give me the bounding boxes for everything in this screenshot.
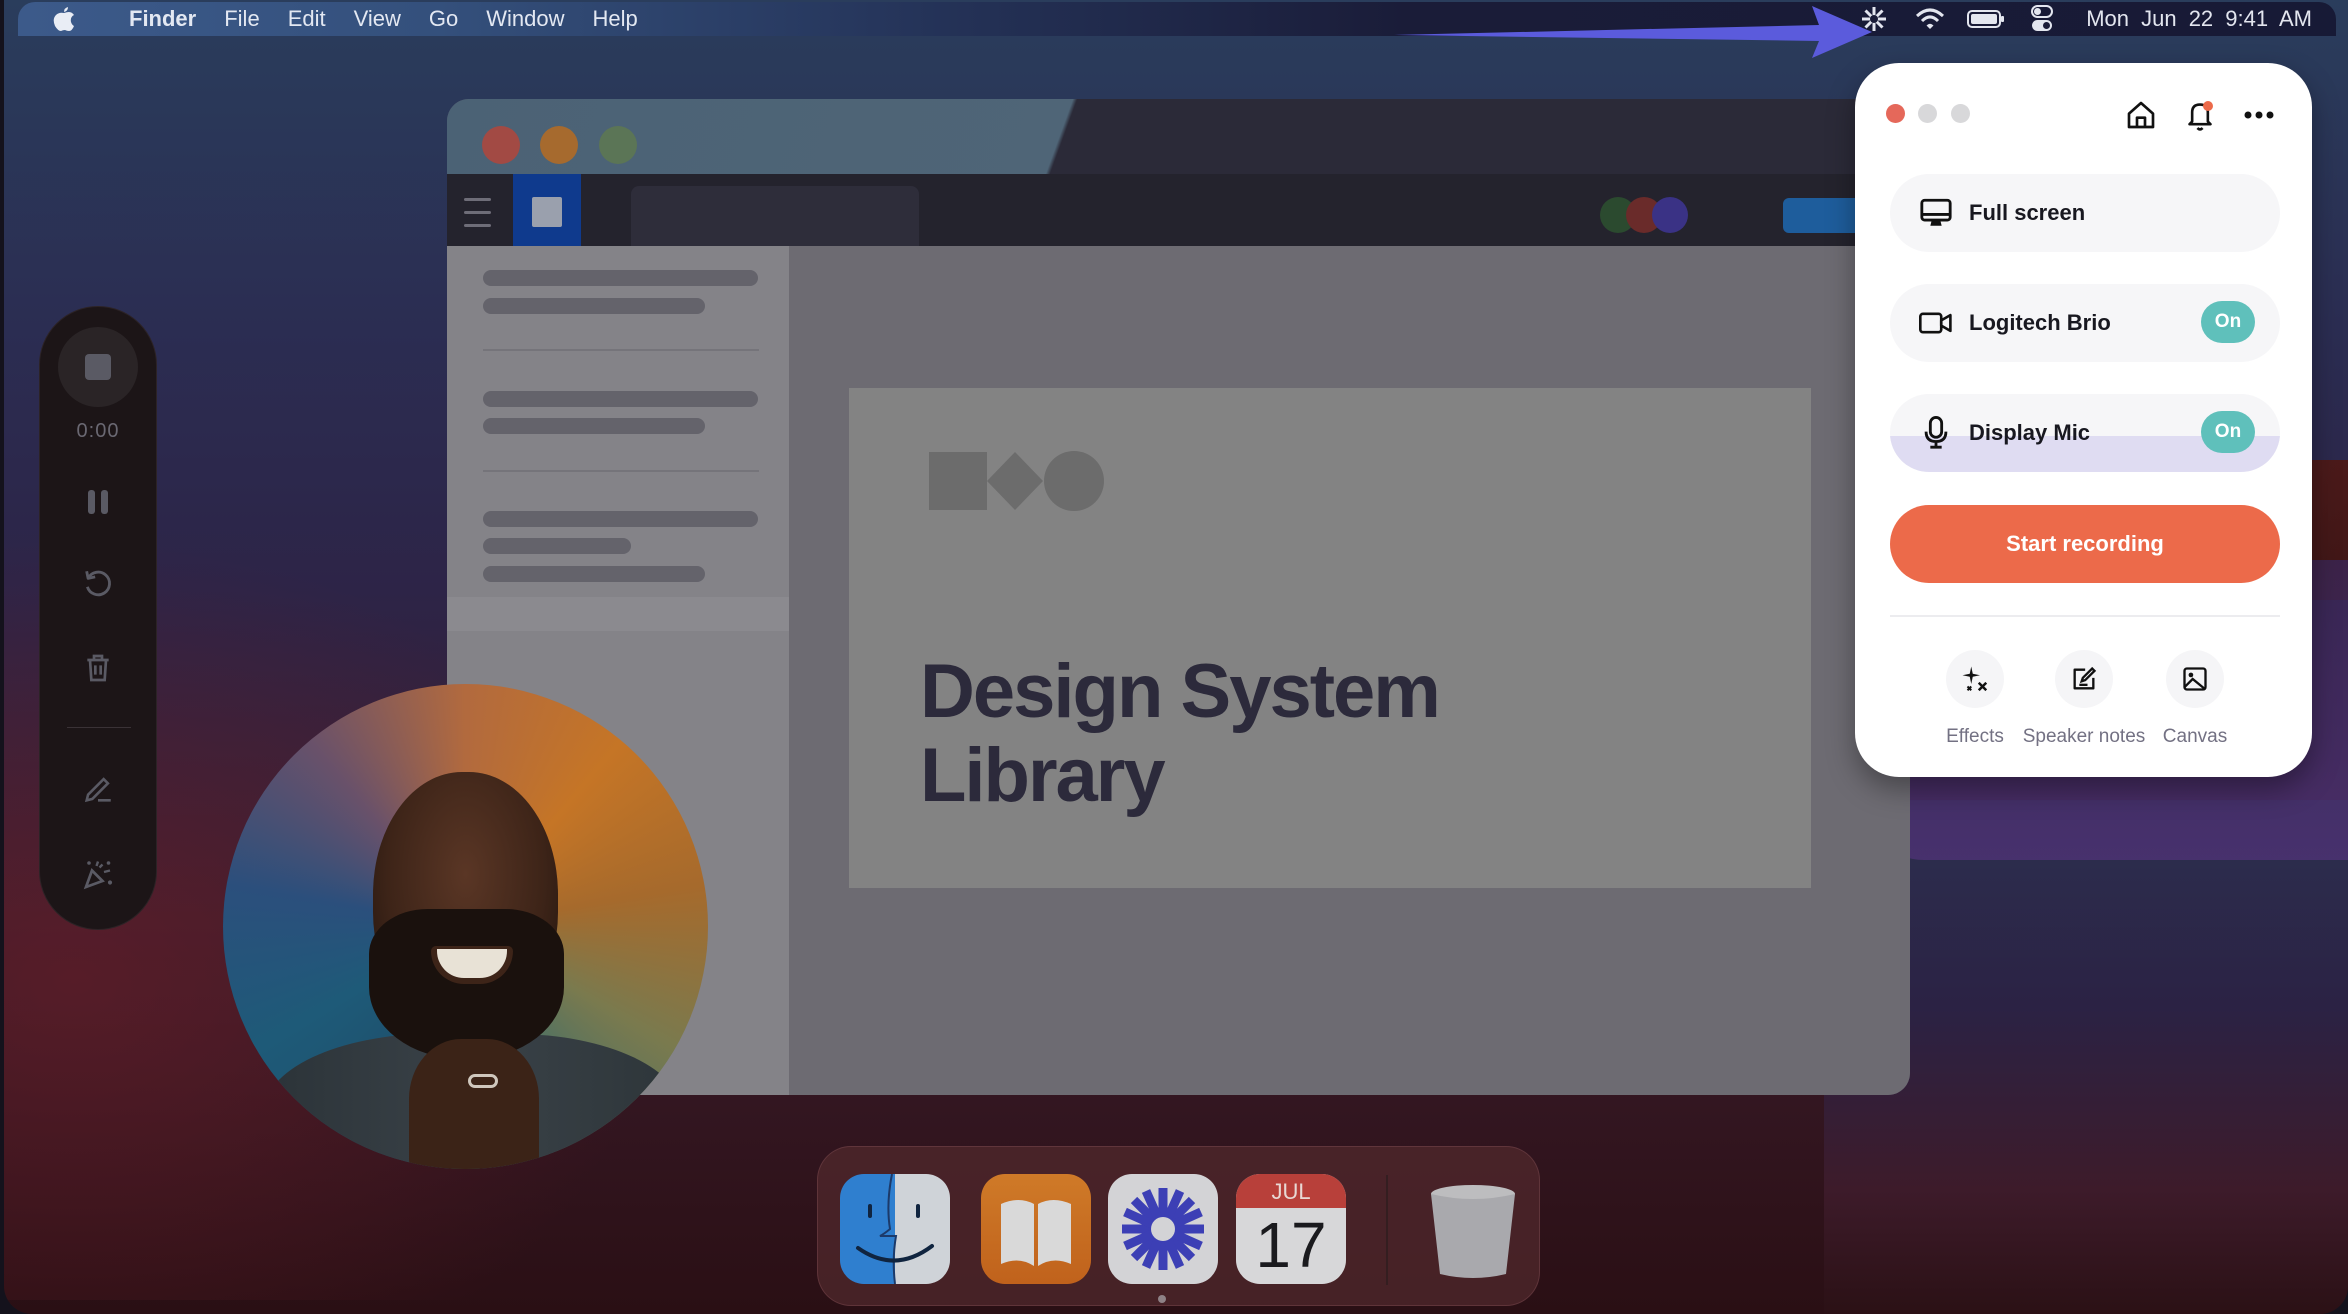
control-center-icon[interactable]: [2020, 2, 2064, 36]
home-button[interactable]: [2121, 95, 2161, 135]
finder-icon: [856, 1174, 934, 1284]
restart-button[interactable]: [40, 567, 156, 601]
home-icon: [2127, 101, 2155, 129]
menu-go[interactable]: Go: [429, 6, 458, 32]
recording-control-bar: 0:00: [39, 306, 157, 930]
more-icon: [2244, 111, 2274, 119]
camera-option[interactable]: Logitech Brio On: [1890, 284, 2280, 362]
zoom-window-button[interactable]: [599, 126, 637, 164]
image-icon: [2183, 667, 2207, 691]
annotation-arrow-icon: [1394, 6, 1872, 58]
window-titlebar: [447, 99, 1910, 174]
menu-app-name[interactable]: Finder: [129, 6, 196, 32]
file-name-field[interactable]: [631, 186, 919, 246]
dock-app-trash[interactable]: [1418, 1174, 1528, 1284]
slide-frame[interactable]: Design System Library: [849, 388, 1811, 888]
delete-recording-button[interactable]: [40, 652, 156, 684]
status-area: Mon Jun 22 9:41 AM: [1840, 2, 2312, 36]
microphone-toggle[interactable]: On: [2201, 411, 2255, 453]
calendar-day: 17: [1255, 1209, 1327, 1281]
calendar-month: JUL: [1236, 1174, 1346, 1208]
draw-button[interactable]: [40, 772, 156, 806]
canvas-button[interactable]: Canvas: [2125, 650, 2265, 748]
app-toolbar: [447, 174, 1910, 246]
frame-tool-button[interactable]: [513, 174, 581, 246]
stop-icon: [85, 354, 111, 380]
menu-bar-clock[interactable]: Mon Jun 22 9:41 AM: [2086, 6, 2312, 32]
menu-edit[interactable]: Edit: [288, 6, 326, 32]
full-screen-option[interactable]: Full screen: [1890, 174, 2280, 252]
running-indicator: [1158, 1295, 1166, 1303]
recorder-panel: Full screen Logitech Brio On Display Mic…: [1855, 63, 2312, 777]
confetti-icon: [83, 861, 113, 890]
dock-app-loom[interactable]: [1108, 1174, 1218, 1284]
panel-zoom-button[interactable]: [1951, 104, 1970, 123]
loom-icon: [1122, 1188, 1204, 1270]
microphone-label: Display Mic: [1969, 420, 2091, 445]
menu-bar: Finder File Edit View Go Window Help Mon…: [18, 2, 2336, 36]
pause-button[interactable]: [40, 487, 156, 517]
menu-window[interactable]: Window: [486, 6, 564, 32]
pencil-icon: [84, 777, 111, 803]
more-options-button[interactable]: [2239, 95, 2279, 135]
slide-title: Design System Library: [920, 649, 1441, 818]
shapes-logo-icon: [929, 451, 1104, 511]
camera-icon: [1918, 305, 1954, 341]
notifications-button[interactable]: [2180, 95, 2220, 135]
edit-note-icon: [2073, 666, 2097, 690]
start-recording-button[interactable]: Start recording: [1890, 505, 2280, 583]
wifi-icon[interactable]: [1908, 2, 1952, 36]
close-window-button[interactable]: [482, 126, 520, 164]
divider: [1890, 615, 2280, 617]
panel-close-button[interactable]: [1886, 104, 1905, 123]
confetti-button[interactable]: [40, 857, 156, 893]
dock-separator: [1386, 1175, 1388, 1285]
apple-menu-icon[interactable]: [51, 4, 77, 34]
recording-timer: 0:00: [76, 420, 120, 442]
desktop: Design System Library 0:00 JUL 17 Finder…: [4, 0, 2348, 1314]
pause-icon: [88, 490, 108, 514]
menu-help[interactable]: Help: [593, 6, 638, 32]
camera-toggle[interactable]: On: [2201, 301, 2255, 343]
dock: JUL 17: [817, 1146, 1540, 1306]
panel-minimize-button[interactable]: [1918, 104, 1937, 123]
restart-icon: [85, 570, 111, 597]
trash-icon: [87, 654, 109, 682]
minimize-window-button[interactable]: [540, 126, 578, 164]
microphone-option[interactable]: Display Mic On: [1890, 394, 2280, 472]
microphone-icon: [1918, 415, 1954, 451]
canvas-label: Canvas: [2162, 726, 2228, 747]
hamburger-menu-icon[interactable]: [464, 198, 491, 237]
monitor-icon: [1918, 195, 1954, 231]
trash-can-icon: [1431, 1185, 1515, 1278]
battery-icon[interactable]: [1964, 2, 2008, 36]
dock-app-books[interactable]: [981, 1174, 1091, 1284]
menu-file[interactable]: File: [224, 6, 259, 32]
webcam-bubble[interactable]: [223, 684, 708, 1169]
stop-recording-button[interactable]: [58, 327, 138, 407]
dock-app-calendar[interactable]: JUL 17: [1236, 1174, 1346, 1284]
notification-badge: [2203, 101, 2213, 111]
selected-layer[interactable]: [447, 597, 789, 631]
menu-view[interactable]: View: [354, 6, 401, 32]
books-icon: [1001, 1200, 1071, 1266]
avatar: [1652, 197, 1688, 233]
sparkles-icon: [1962, 666, 1988, 692]
divider: [67, 727, 131, 728]
camera-label: Logitech Brio: [1969, 310, 2111, 335]
dock-app-finder[interactable]: [840, 1174, 950, 1284]
full-screen-label: Full screen: [1969, 200, 2086, 225]
